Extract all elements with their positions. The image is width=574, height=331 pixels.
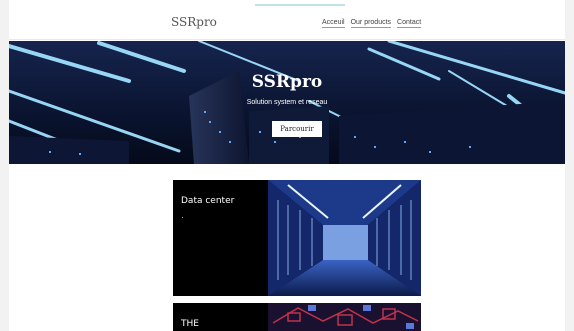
circuit-board-image: [268, 303, 421, 331]
brand-logo[interactable]: SSRpro: [171, 15, 217, 29]
nav-link-acceuil[interactable]: Acceuil: [322, 19, 345, 28]
product-card-the[interactable]: THE: [173, 303, 421, 331]
product-card-data-center[interactable]: Data center: [173, 180, 421, 296]
nav-links: Acceuil Our products Contact: [322, 19, 422, 28]
card-title: Data center: [181, 196, 235, 206]
card-divider-dot: [182, 217, 183, 218]
nav-link-contact[interactable]: Contact: [397, 19, 422, 28]
browse-button[interactable]: Parcourir: [272, 121, 322, 137]
hero-title: SSRpro: [251, 72, 323, 92]
card-title: THE: [181, 319, 199, 329]
top-accent-bar: [255, 4, 345, 6]
page: SSRpro Acceuil Our products Contact SSRp…: [0, 0, 574, 331]
right-gutter: [565, 0, 574, 331]
nav-link-our-products[interactable]: Our products: [350, 19, 392, 28]
hero-banner: SSRpro Solution system et reseau Parcour…: [9, 41, 565, 164]
data-center-corridor-image: [268, 180, 421, 296]
navbar: SSRpro Acceuil Our products Contact: [9, 7, 565, 40]
left-gutter: [0, 0, 9, 331]
hero-subtitle: Solution system et reseau: [246, 99, 328, 106]
